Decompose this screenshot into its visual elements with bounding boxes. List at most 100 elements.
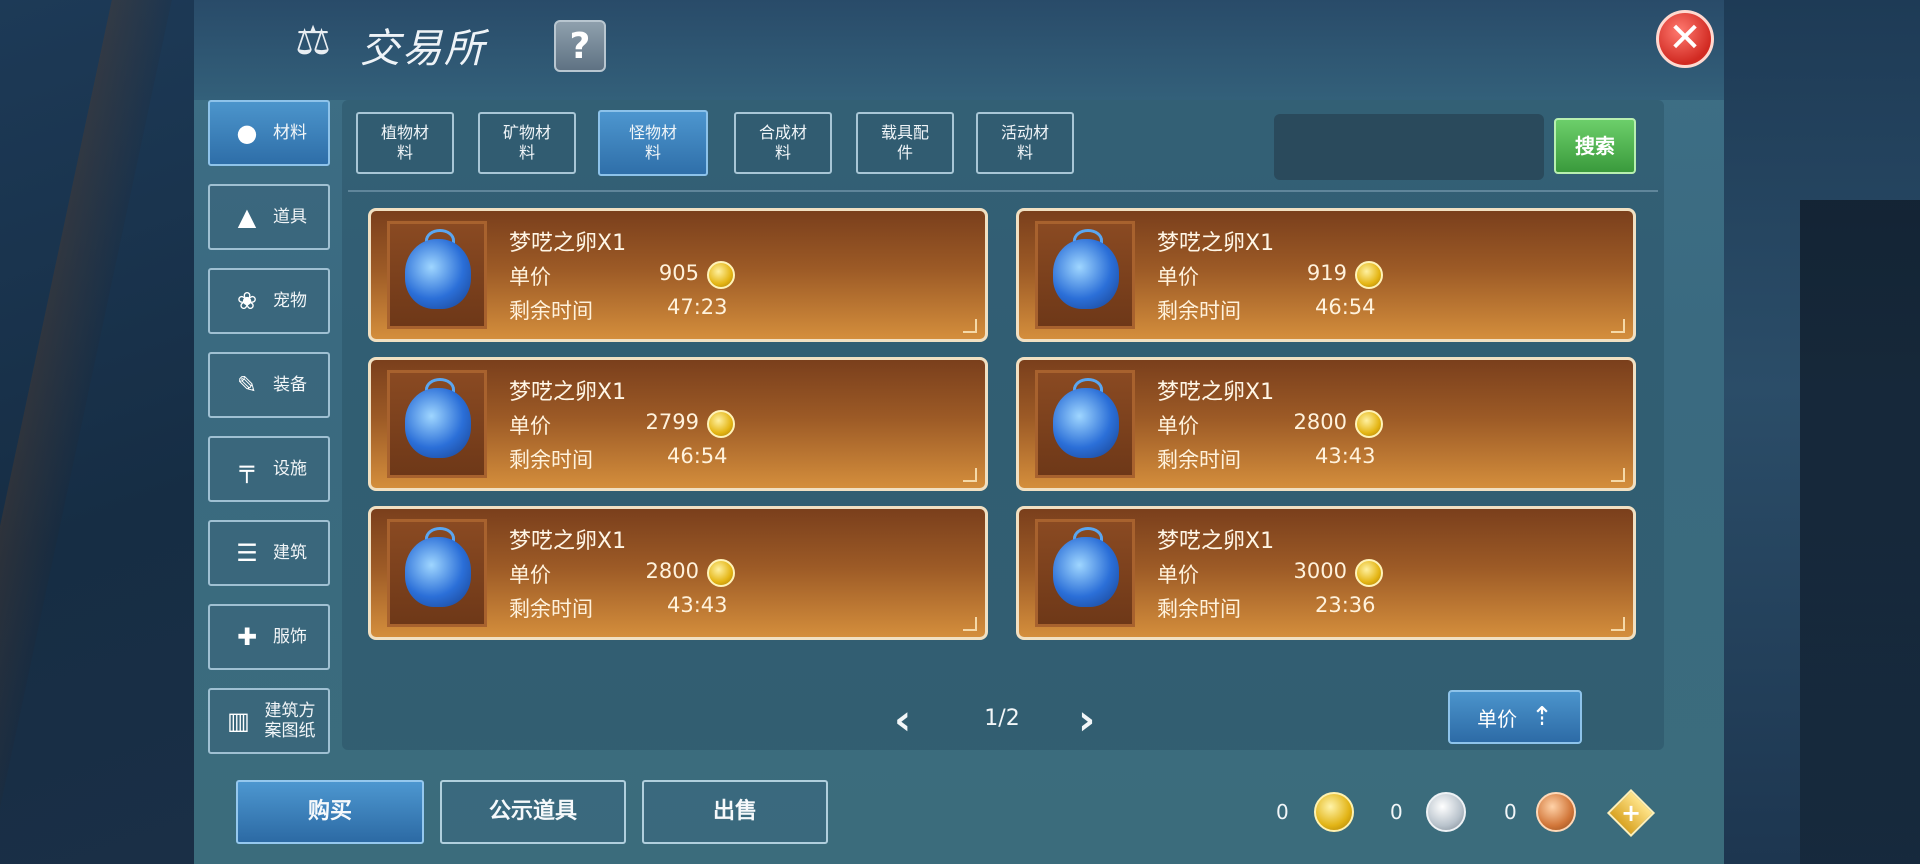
sort-label: 单价 [1477, 706, 1518, 731]
gold-coin-icon [707, 261, 735, 289]
price-value: 2800 [1293, 410, 1347, 434]
tab-2[interactable]: 怪物材料 [598, 110, 708, 176]
corner-ornament [963, 468, 977, 482]
item-name: 梦呓之卵X1 [1157, 529, 1275, 554]
sell-button[interactable]: 出售 [642, 780, 828, 844]
time-label: 剩余时间 [1157, 448, 1241, 472]
tab-label-line: 件 [896, 143, 913, 162]
sidebar-item-paw[interactable]: ❀ 宠物 [208, 268, 330, 334]
sidebar-item-label: 建筑方 案图纸 [265, 701, 316, 741]
tab-label-line: 植物材 [380, 123, 429, 142]
item-name: 梦呓之卵X1 [509, 231, 627, 256]
listing-card[interactable]: 梦呓之卵X1 单价 2800 剩余时间 43:43 [368, 506, 988, 640]
sidebar-item-clothing[interactable]: ✚ 服饰 [208, 604, 330, 670]
tab-label-line: 怪物材 [628, 123, 677, 142]
listing-card[interactable]: 梦呓之卵X1 单价 2800 剩余时间 43:43 [1016, 357, 1636, 491]
silver-amount: 0 [1390, 800, 1403, 824]
corner-ornament [963, 319, 977, 333]
time-remaining: 46:54 [1315, 295, 1376, 319]
tab-label: 怪物材料 [629, 123, 677, 163]
corner-ornament [1611, 617, 1625, 631]
sidebar-item-label: 建筑 [273, 543, 307, 563]
search-input[interactable] [1274, 114, 1544, 180]
gold-coin-icon [1355, 410, 1383, 438]
tab-label-line: 载具配 [880, 123, 929, 142]
price-label: 单价 [509, 265, 551, 289]
gold-coin-icon [707, 559, 735, 587]
page-indicator: 1/2 [984, 706, 1020, 731]
sidebar-item-item[interactable]: ▲ 道具 [208, 184, 330, 250]
time-remaining: 23:36 [1315, 593, 1376, 617]
listing-card[interactable]: 梦呓之卵X1 单价 919 剩余时间 46:54 [1016, 208, 1636, 342]
sidebar-item-facility[interactable]: ╤ 设施 [208, 436, 330, 502]
corner-ornament [1611, 468, 1625, 482]
tab-3[interactable]: 合成材料 [734, 112, 832, 174]
background-left [0, 0, 194, 864]
item-icon: ▲ [237, 203, 257, 231]
listing-card[interactable]: 梦呓之卵X1 单价 2799 剩余时间 46:54 [368, 357, 988, 491]
tab-0[interactable]: 植物材料 [356, 112, 454, 174]
page-title: 交易所 [360, 26, 486, 72]
time-label: 剩余时间 [509, 448, 593, 472]
time-label: 剩余时间 [1157, 299, 1241, 323]
sort-by-price-button[interactable]: 单价 ⇡ [1448, 690, 1582, 744]
help-button[interactable]: ? [554, 20, 606, 72]
gold-coin-icon [1355, 559, 1383, 587]
materials-icon: ● [236, 119, 258, 147]
price-label: 单价 [509, 414, 551, 438]
tab-4[interactable]: 载具配件 [856, 112, 954, 174]
price-value: 2799 [645, 410, 699, 434]
bronze-amount: 0 [1504, 800, 1517, 824]
tab-1[interactable]: 矿物材料 [478, 112, 576, 174]
clothing-icon: ✚ [236, 623, 258, 651]
dream-egg-icon [405, 537, 471, 607]
item-name: 梦呓之卵X1 [1157, 380, 1275, 405]
scale-icon: ⚖ [295, 18, 331, 64]
prev-page-button[interactable]: ‹ [894, 699, 911, 741]
listing-card[interactable]: 梦呓之卵X1 单价 3000 剩余时间 23:36 [1016, 506, 1636, 640]
divider [348, 190, 1658, 192]
gold-coin-icon [1355, 261, 1383, 289]
time-label: 剩余时间 [1157, 597, 1241, 621]
sidebar-item-label: 宠物 [273, 291, 307, 311]
dream-egg-icon [405, 239, 471, 309]
dream-egg-icon [1053, 388, 1119, 458]
tab-label-line: 合成材 [758, 123, 807, 142]
time-label: 剩余时间 [509, 299, 593, 323]
sidebar-item-equipment[interactable]: ✎ 装备 [208, 352, 330, 418]
sidebar-item-label: 道具 [273, 207, 307, 227]
sidebar-item-materials[interactable]: ● 材料 [208, 100, 330, 166]
tab-label-line: 料 [644, 143, 661, 162]
dream-egg-icon [1053, 239, 1119, 309]
bronze-coin-icon [1536, 792, 1576, 832]
tab-label-line: 活动材 [1000, 123, 1049, 142]
dream-egg-icon [405, 388, 471, 458]
price-label: 单价 [1157, 563, 1199, 587]
price-value: 905 [658, 261, 699, 285]
sidebar-item-building[interactable]: ☰ 建筑 [208, 520, 330, 586]
equipment-icon: ✎ [236, 371, 258, 399]
sort-arrow-icon: ⇡ [1531, 702, 1553, 732]
item-name: 梦呓之卵X1 [509, 529, 627, 554]
close-button[interactable]: ✕ [1656, 10, 1714, 68]
tab-label-line: 料 [518, 143, 535, 162]
tab-5[interactable]: 活动材料 [976, 112, 1074, 174]
corner-ornament [1611, 319, 1625, 333]
tab-label: 活动材料 [1001, 123, 1049, 163]
public-items-button[interactable]: 公示道具 [440, 780, 626, 844]
listing-card[interactable]: 梦呓之卵X1 单价 905 剩余时间 47:23 [368, 208, 988, 342]
facility-icon: ╤ [239, 455, 255, 483]
sidebar-item-label: 设施 [273, 459, 307, 479]
background-right [1724, 0, 1920, 864]
buy-button[interactable]: 购买 [236, 780, 424, 844]
tab-label-line: 料 [774, 143, 791, 162]
sidebar-item-label-line: 案图纸 [264, 721, 316, 741]
time-remaining: 47:23 [667, 295, 728, 319]
next-page-button[interactable]: › [1078, 699, 1095, 741]
sidebar-item-blueprint[interactable]: ▥ 建筑方 案图纸 [208, 688, 330, 754]
price-value: 3000 [1293, 559, 1347, 583]
time-remaining: 43:43 [1315, 444, 1376, 468]
tab-label: 载具配件 [881, 123, 929, 163]
search-button[interactable]: 搜索 [1554, 118, 1636, 174]
gold-amount: 0 [1276, 800, 1289, 824]
